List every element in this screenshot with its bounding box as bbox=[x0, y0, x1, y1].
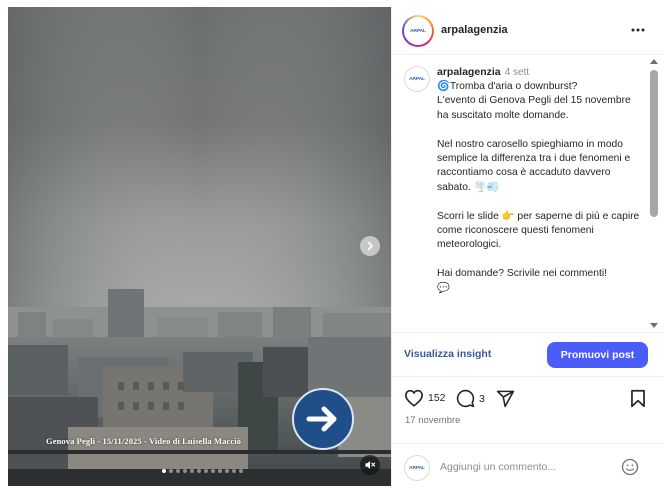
promote-post-button[interactable]: Promuovi post bbox=[547, 342, 648, 368]
caption-time[interactable]: 4 sett bbox=[505, 67, 529, 78]
carousel-dot[interactable] bbox=[183, 469, 187, 473]
carousel-dot[interactable] bbox=[162, 469, 166, 473]
view-insights-link[interactable]: Visualizza insight bbox=[404, 348, 491, 360]
avatar[interactable]: ARPAL bbox=[402, 15, 434, 47]
carousel-dot[interactable] bbox=[218, 469, 222, 473]
caption-area[interactable]: ARPAL arpalagenzia 4 sett 🌀Tromba d'aria … bbox=[392, 56, 663, 332]
smiley-icon bbox=[621, 458, 639, 476]
caption-avatar[interactable]: ARPAL bbox=[404, 66, 430, 92]
arrow-badge bbox=[292, 388, 354, 450]
carousel-dot[interactable] bbox=[232, 469, 236, 473]
mute-button[interactable] bbox=[360, 455, 380, 475]
more-options-button[interactable] bbox=[629, 23, 647, 37]
carousel-dot[interactable] bbox=[197, 469, 201, 473]
caption-header: arpalagenzia 4 sett bbox=[437, 66, 529, 78]
emoji-button[interactable] bbox=[621, 458, 639, 481]
carousel-dot[interactable] bbox=[176, 469, 180, 473]
chevron-right-icon bbox=[367, 241, 373, 251]
post-header: ARPAL arpalagenzia bbox=[392, 7, 663, 55]
carousel-dot[interactable] bbox=[190, 469, 194, 473]
carousel-dot[interactable] bbox=[225, 469, 229, 473]
carousel-dot[interactable] bbox=[169, 469, 173, 473]
speaker-muted-icon bbox=[365, 461, 376, 469]
comment-icon bbox=[456, 389, 475, 408]
carousel-dot[interactable] bbox=[239, 469, 243, 473]
bookmark-icon bbox=[631, 389, 645, 408]
like-button[interactable]: 152 bbox=[404, 389, 446, 407]
comment-input[interactable] bbox=[440, 457, 600, 477]
comment-button[interactable]: 3 bbox=[456, 389, 485, 408]
share-button[interactable] bbox=[496, 389, 515, 408]
arpal-logo: ARPAL bbox=[404, 17, 432, 45]
caption-scrollbar[interactable] bbox=[648, 56, 660, 332]
post-sidebar: ARPAL arpalagenzia ARPAL arpalagenzia 4 s… bbox=[391, 7, 663, 486]
more-horizontal-icon bbox=[631, 28, 645, 32]
scroll-up-arrow[interactable] bbox=[650, 59, 658, 64]
comment-count[interactable]: 3 bbox=[479, 393, 485, 405]
my-avatar: ARPAL bbox=[404, 455, 430, 481]
header-username[interactable]: arpalagenzia bbox=[441, 24, 508, 36]
insight-bar: Visualizza insight Promuovi post bbox=[392, 332, 663, 377]
carousel-dots bbox=[162, 469, 243, 473]
add-comment-bar: ARPAL bbox=[392, 443, 663, 486]
arrow-right-icon bbox=[306, 406, 337, 432]
scroll-thumb[interactable] bbox=[650, 70, 658, 217]
media-caption-overlay: Genova Pegli - 15/11/2025 - Video di Lui… bbox=[46, 436, 242, 446]
caption-username[interactable]: arpalagenzia bbox=[437, 66, 501, 78]
caption-text: 🌀Tromba d'aria o downburst? L'evento di … bbox=[437, 81, 640, 294]
save-button[interactable] bbox=[630, 389, 646, 408]
post-date[interactable]: 17 novembre bbox=[405, 415, 460, 426]
instagram-post-dialog: Genova Pegli - 15/11/2025 - Video di Lui… bbox=[0, 0, 668, 493]
heart-icon bbox=[404, 389, 424, 407]
action-bar: 152 3 17 novembre bbox=[392, 378, 663, 438]
scroll-down-arrow[interactable] bbox=[650, 323, 658, 328]
carousel-dot[interactable] bbox=[204, 469, 208, 473]
like-count[interactable]: 152 bbox=[428, 392, 446, 404]
next-slide-button[interactable] bbox=[360, 236, 380, 256]
post-media[interactable]: Genova Pegli - 15/11/2025 - Video di Lui… bbox=[8, 7, 391, 486]
share-icon bbox=[496, 390, 515, 408]
carousel-dot[interactable] bbox=[211, 469, 215, 473]
